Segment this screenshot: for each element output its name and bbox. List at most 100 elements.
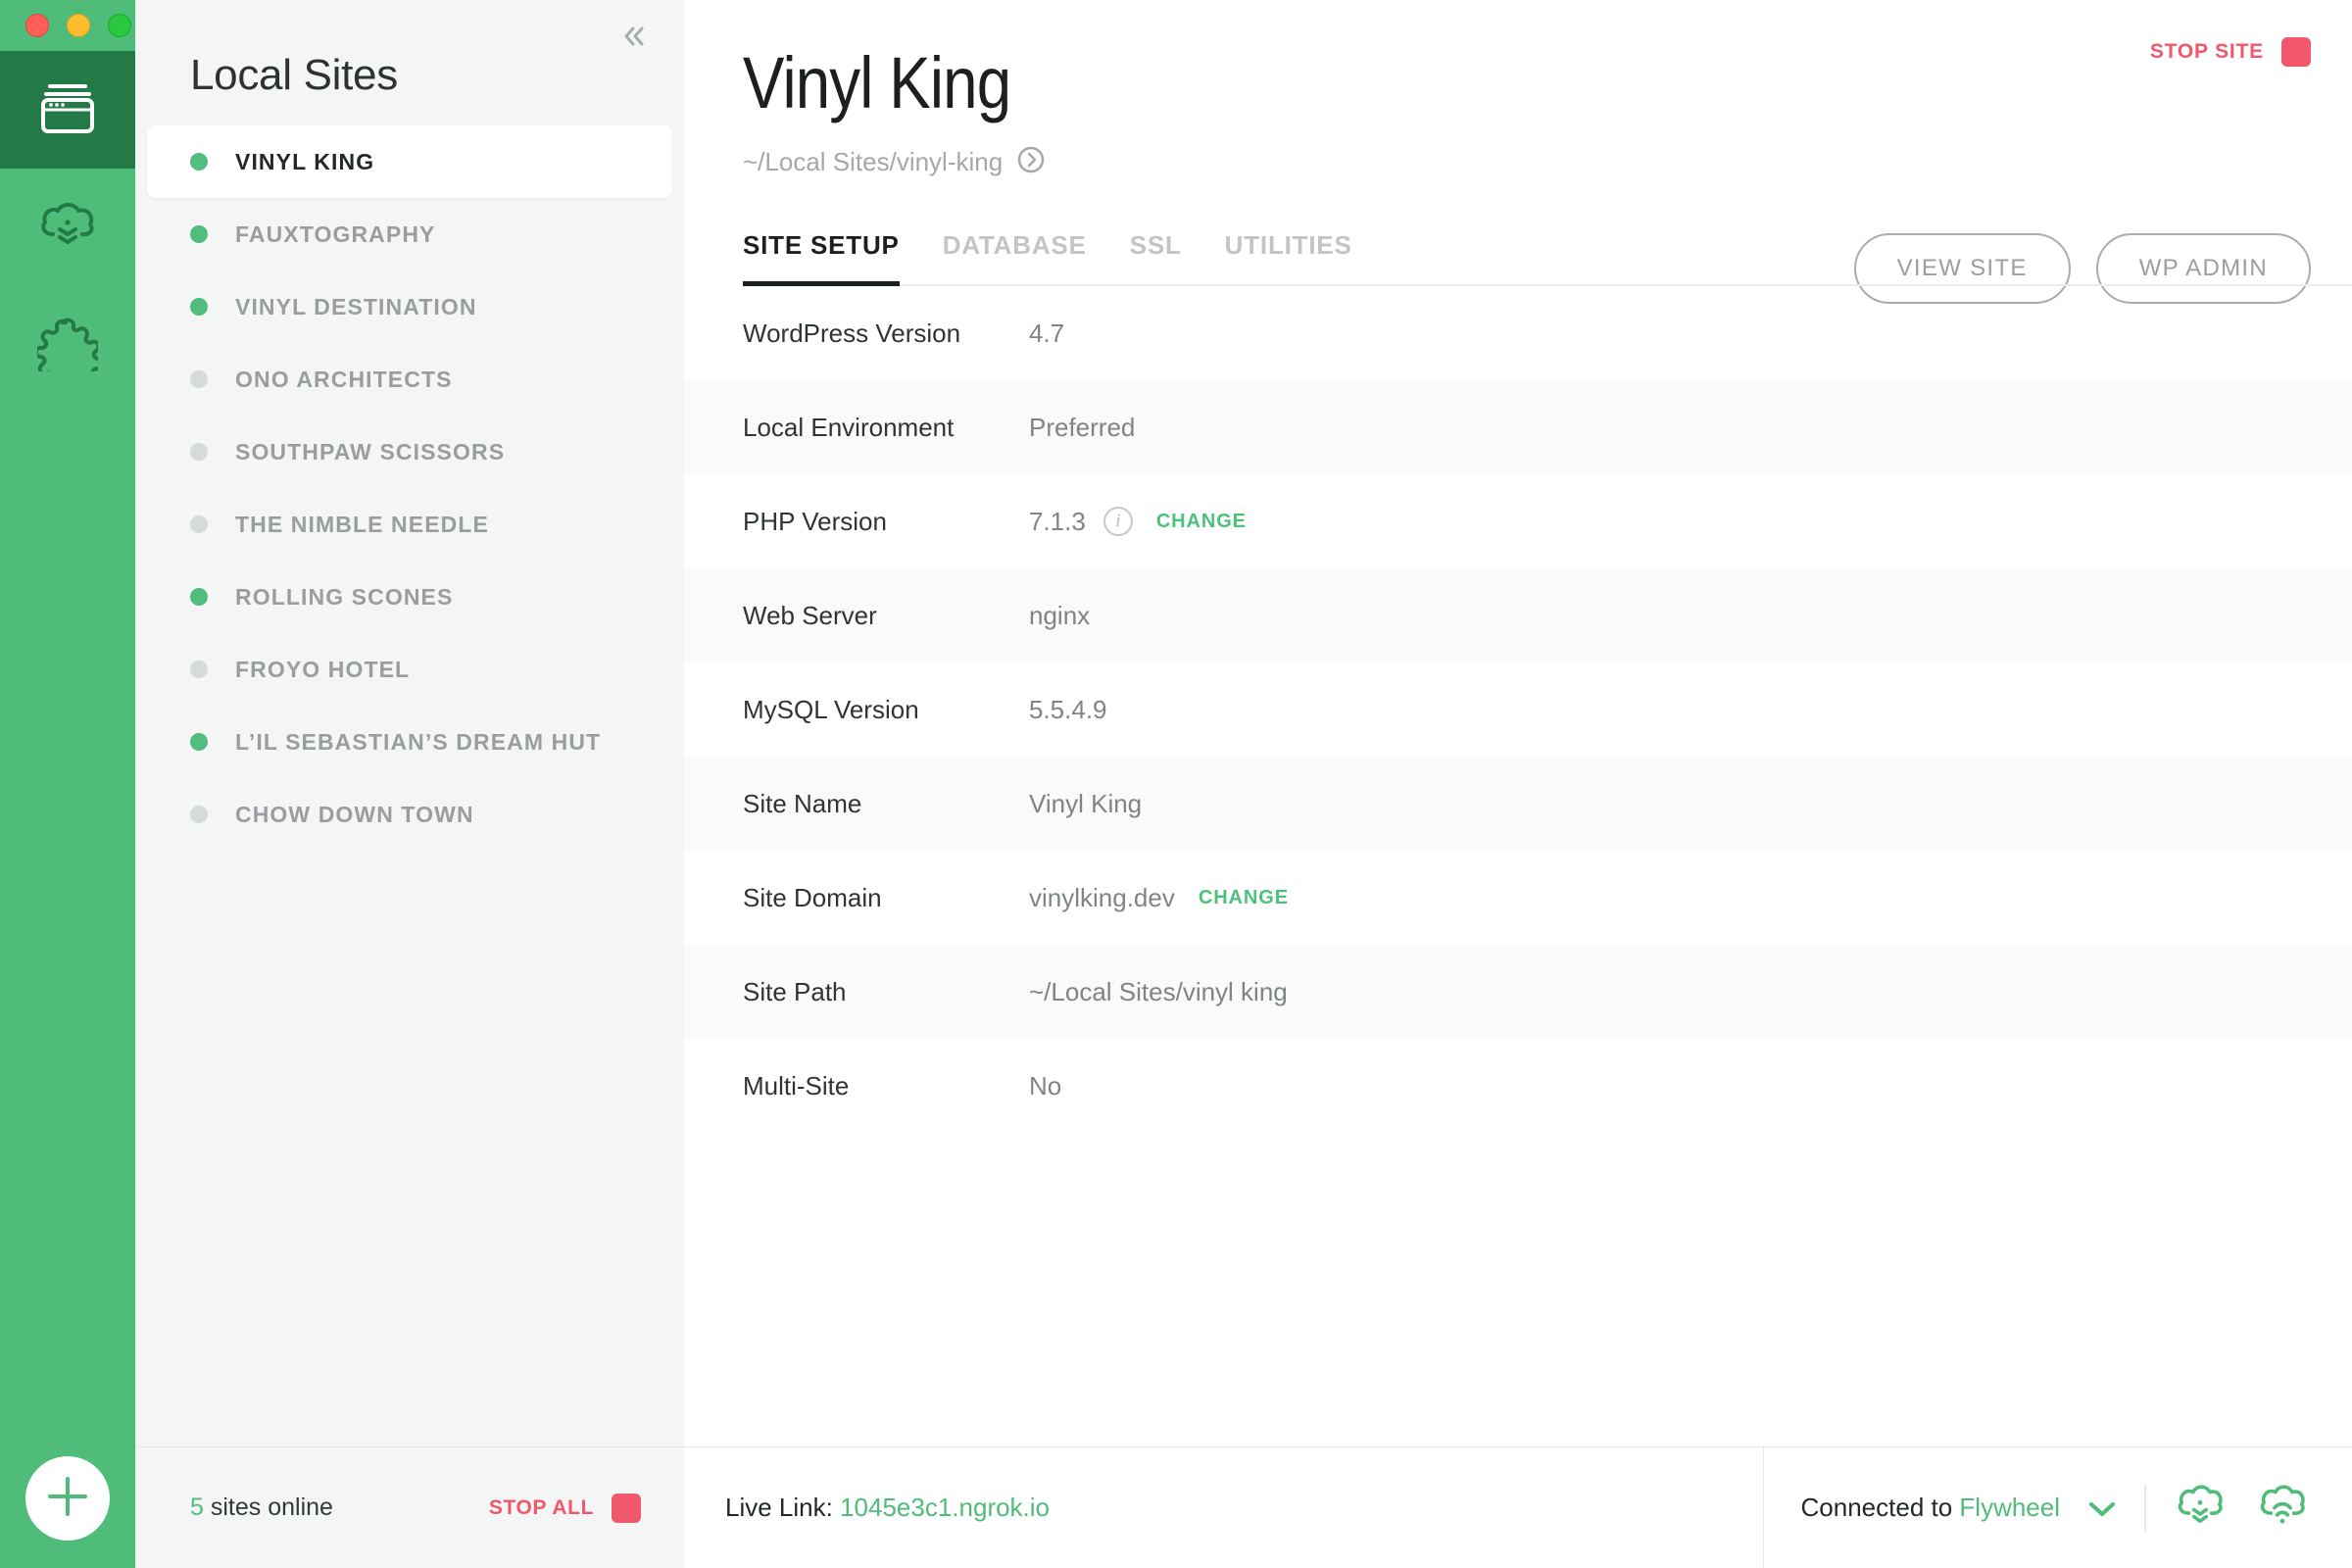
connected-label: Connected to xyxy=(1800,1493,1960,1522)
stop-all-label: STOP ALL xyxy=(488,1495,594,1519)
tab-utilities[interactable]: UTILITIES xyxy=(1203,230,1374,284)
site-name: VINYL DESTINATION xyxy=(235,293,477,319)
status-dot xyxy=(190,588,208,606)
site-list-item-the-nimble-needle[interactable]: THE NIMBLE NEEDLE xyxy=(147,488,672,561)
status-dot xyxy=(190,515,208,533)
row-value-group: No xyxy=(1029,1071,1061,1102)
site-path-text: ~/Local Sites/vinyl-king xyxy=(743,147,1004,176)
info-icon[interactable]: i xyxy=(1102,507,1133,536)
window-traffic-lights xyxy=(0,0,135,51)
site-name: ROLLING SCONES xyxy=(235,583,454,610)
sidebar-title: Local Sites xyxy=(190,51,398,99)
table-row: Web Server nginx xyxy=(684,568,2352,662)
row-label: Site Domain xyxy=(743,882,882,912)
arrow-right-circle-icon xyxy=(1016,145,1046,179)
collapse-sidebar-button[interactable] xyxy=(612,16,657,61)
site-list-item-chow-down-town[interactable]: CHOW DOWN TOWN xyxy=(147,778,672,851)
status-dot xyxy=(190,806,208,823)
row-value: nginx xyxy=(1029,600,1091,630)
site-setup-table: WordPress Version 4.7 Local Environment … xyxy=(684,286,2352,1133)
row-value: 5.5.4.9 xyxy=(1029,694,1107,724)
stop-square-icon xyxy=(612,1493,641,1523)
local-sites-sidebar: Local Sites VINYL KING FAUXTOGRAPHY VINY… xyxy=(135,0,684,1568)
rail-item-sites[interactable] xyxy=(0,51,135,169)
tab-ssl[interactable]: SSL xyxy=(1108,230,1203,284)
push-to-cloud-button[interactable] xyxy=(2254,1480,2311,1536)
stop-site-button[interactable]: STOP SITE xyxy=(2150,37,2311,67)
close-button[interactable] xyxy=(25,14,49,37)
site-list: VINYL KING FAUXTOGRAPHY VINYL DESTINATIO… xyxy=(135,125,684,851)
cloud-download-icon xyxy=(2172,1480,2229,1536)
row-value: ~/Local Sites/vinyl king xyxy=(1029,976,1288,1006)
site-name: SOUTHPAW SCISSORS xyxy=(235,438,506,465)
maximize-button[interactable] xyxy=(108,14,131,37)
status-dot xyxy=(190,661,208,678)
row-label: Multi-Site xyxy=(743,1070,850,1101)
status-dot xyxy=(190,443,208,461)
tab-bar: SITE SETUP DATABASE SSL UTILITIES xyxy=(743,230,2352,286)
table-row: Site Path ~/Local Sites/vinyl king xyxy=(684,945,2352,1039)
footer-divider xyxy=(2144,1484,2146,1532)
site-name: ONO ARCHITECTS xyxy=(235,366,453,392)
table-row: Multi-Site No xyxy=(684,1039,2352,1133)
status-dot xyxy=(190,225,208,243)
row-value-group: nginx xyxy=(1029,601,1090,631)
tab-database[interactable]: DATABASE xyxy=(921,230,1108,284)
cloud-download-icon xyxy=(37,197,98,259)
rail-item-add-ons[interactable] xyxy=(0,286,135,404)
site-list-item-lil-sebastians-dream-hut[interactable]: L’IL SEBASTIAN’S DREAM HUT xyxy=(147,706,672,778)
add-site-button[interactable] xyxy=(25,1456,110,1541)
row-value-group: ~/Local Sites/vinyl king xyxy=(1029,977,1288,1007)
table-row: MySQL Version 5.5.4.9 xyxy=(684,662,2352,757)
change-site-domain-link[interactable]: CHANGE xyxy=(1199,887,1289,909)
plus-icon xyxy=(44,1473,91,1525)
row-value: 4.7 xyxy=(1029,318,1065,348)
site-name: L’IL SEBASTIAN’S DREAM HUT xyxy=(235,728,602,755)
row-value: Vinyl King xyxy=(1029,788,1143,818)
site-list-item-southpaw-scissors[interactable]: SOUTHPAW SCISSORS xyxy=(147,416,672,488)
row-value: 7.1.3 xyxy=(1029,506,1086,536)
site-path-link[interactable]: ~/Local Sites/vinyl-king xyxy=(743,145,2352,179)
main-panel: STOP SITE Vinyl King ~/Local Sites/vinyl… xyxy=(684,0,2352,1568)
sidebar-content: Local Sites VINYL KING FAUXTOGRAPHY VINY… xyxy=(135,0,684,1446)
row-value-group: 4.7 xyxy=(1029,318,1064,349)
stop-site-label: STOP SITE xyxy=(2149,40,2264,63)
site-list-item-vinyl-king[interactable]: VINYL KING xyxy=(147,125,672,198)
pull-from-cloud-button[interactable] xyxy=(2172,1480,2229,1536)
connected-to-text: Connected to Flywheel xyxy=(1801,1493,2060,1523)
change-php-version-link[interactable]: CHANGE xyxy=(1156,511,1247,533)
site-list-item-ono-architects[interactable]: ONO ARCHITECTS xyxy=(147,343,672,416)
site-list-item-froyo-hotel[interactable]: FROYO HOTEL xyxy=(147,633,672,706)
row-label: Local Environment xyxy=(743,412,955,442)
row-label: PHP Version xyxy=(743,506,887,536)
row-value: Preferred xyxy=(1029,412,1136,442)
site-list-item-rolling-scones[interactable]: ROLLING SCONES xyxy=(147,561,672,633)
site-list-item-fauxtography[interactable]: FAUXTOGRAPHY xyxy=(147,198,672,270)
site-name: FROYO HOTEL xyxy=(235,656,411,682)
live-link-label: Live Link: xyxy=(725,1493,841,1522)
site-name: FAUXTOGRAPHY xyxy=(235,220,436,247)
sites-online-status: 5 sites online xyxy=(190,1494,333,1522)
main-content: STOP SITE Vinyl King ~/Local Sites/vinyl… xyxy=(684,0,2352,1446)
table-row: Local Environment Preferred xyxy=(684,380,2352,474)
row-value-group: Vinyl King xyxy=(1029,789,1142,819)
chevron-down-icon[interactable] xyxy=(2085,1497,2119,1519)
table-row: Site Domain vinylking.dev CHANGE xyxy=(684,851,2352,945)
site-header: Vinyl King ~/Local Sites/vinyl-king xyxy=(684,0,2352,179)
site-name: CHOW DOWN TOWN xyxy=(235,801,474,827)
tab-site-setup[interactable]: SITE SETUP xyxy=(743,230,921,286)
site-list-item-vinyl-destination[interactable]: VINYL DESTINATION xyxy=(147,270,672,343)
row-value: vinylking.dev xyxy=(1029,882,1175,912)
chevron-double-left-icon xyxy=(619,22,649,56)
live-link-url[interactable]: 1045e3c1.ngrok.io xyxy=(840,1493,1050,1522)
row-label: Site Path xyxy=(743,976,847,1006)
rail-item-cloud-backups[interactable] xyxy=(0,169,135,286)
status-dot xyxy=(190,733,208,751)
row-label: WordPress Version xyxy=(743,318,961,348)
main-footer: Live Link: 1045e3c1.ngrok.io Connected t… xyxy=(684,1446,2352,1568)
row-value-group: 7.1.3 i CHANGE xyxy=(1029,507,1247,537)
connected-provider: Flywheel xyxy=(1959,1493,2060,1522)
stop-square-icon xyxy=(2281,37,2311,67)
stop-all-button[interactable]: STOP ALL xyxy=(488,1493,641,1523)
minimize-button[interactable] xyxy=(67,14,90,37)
